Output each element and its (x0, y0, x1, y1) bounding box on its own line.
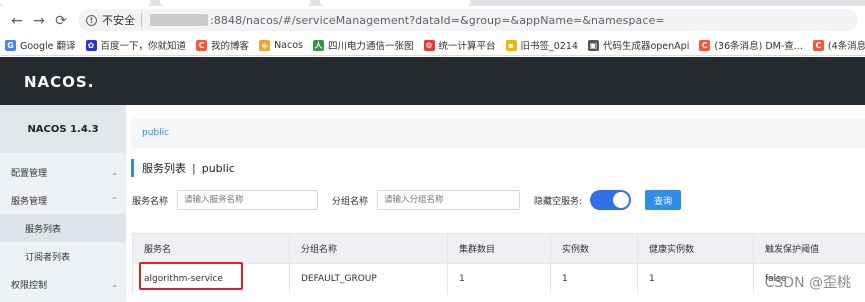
sidebar-item-label: 配置管理 (11, 168, 48, 179)
bookmark-item[interactable]: C(4条消息) 嵩米豆 (812, 38, 865, 52)
bookmarks-bar: G Google 翻译 ✿ 百度一下，你就知道 C 我的博客 ◈ Nacos 人四川电力… (0, 35, 865, 56)
column-header: 健康实例数 (637, 233, 754, 264)
page-title-text: 服务列表 (142, 162, 186, 175)
bookmark-item[interactable]: G Google 翻译 (5, 38, 76, 52)
page-title-namespace: public (201, 161, 235, 175)
bookmark-label: 代码生成器openApi (602, 41, 690, 52)
group-name-input[interactable] (377, 190, 521, 210)
table-header-row: 服务名 分组名称 集群数目 实例数 健康实例数 触发保护阈值 (132, 233, 865, 264)
namespace-tab-public[interactable]: public (142, 128, 169, 138)
page-title: 服务列表 | public (131, 159, 235, 177)
bookmark-item[interactable]: ▣ 代码生成器openApi (587, 38, 690, 52)
bookmark-label: 统一计算平台 (438, 41, 496, 52)
csdn-icon: C (196, 39, 208, 51)
column-header: 触发保护阈值 (753, 233, 865, 264)
code-generator-icon: ▣ (587, 39, 599, 51)
insecure-label[interactable]: 不安全 (102, 12, 135, 28)
namespace-bar: public (131, 118, 865, 148)
sidebar-item-label: 权限控制 (11, 280, 48, 291)
bookmark-label: 旧书签_0214 (520, 41, 578, 52)
omnibox[interactable]: ! 不安全 :8848/nacos/#/serviceManagement?da… (78, 9, 858, 31)
bookmark-label: (4条消息) 嵩米豆 (827, 41, 865, 52)
service-table: 服务名 分组名称 集群数目 实例数 健康实例数 触发保护阈值 algorithm… (132, 233, 865, 294)
sidebar-item-config-management[interactable]: 配置管理 ⌄ (0, 158, 126, 186)
column-header: 分组名称 (289, 233, 448, 264)
bookmark-label: Nacos (274, 39, 303, 51)
bookmark-item[interactable]: ▪ 旧书签_0214 (505, 38, 578, 52)
sidebar: NACOS 1.4.3 配置管理 ⌄ 服务管理 ⌃ 服务列表 订阅者列表 权限控… (0, 105, 126, 302)
sidebar-item-service-management[interactable]: 服务管理 ⌃ (0, 186, 126, 214)
sidebar-item-label: 服务管理 (11, 196, 48, 207)
sidebar-item-label: 服务列表 (25, 224, 62, 235)
grid-icon: 人 (312, 39, 324, 51)
nacos-icon: ◈ (259, 39, 271, 51)
query-button[interactable]: 查询 (645, 190, 682, 210)
hide-empty-toggle[interactable] (590, 190, 632, 210)
column-header: 集群数目 (447, 233, 551, 264)
csdn-icon: C (699, 39, 711, 51)
chevron-up-icon: ⌃ (111, 195, 118, 205)
baidu-icon: ✿ (85, 39, 97, 51)
sidebar-item-label: 订阅者列表 (25, 252, 71, 263)
table-row[interactable]: algorithm-service DEFAULT_GROUP 1 1 1 fa… (132, 263, 865, 294)
bookmark-label: 四川电力通信一张图 (327, 41, 414, 52)
bookmark-item[interactable]: ✿ 百度一下，你就知道 (85, 38, 187, 52)
app-header: NACOS. (0, 57, 865, 105)
bookmark-label: (36条消息) DM-查... (714, 41, 803, 52)
column-header: 服务名 (132, 233, 290, 264)
google-translate-icon: G (5, 39, 16, 51)
instance-count-cell: 1 (550, 263, 638, 294)
sidebar-item-access-control[interactable]: 权限控制 ⌄ (0, 270, 126, 298)
service-name-input[interactable] (177, 190, 319, 210)
main-content: public 服务列表 | public 服务名称 分组名称 隐藏空服务: 查询… (126, 105, 865, 302)
cluster-count-cell: 1 (447, 263, 551, 294)
bookmark-item[interactable]: ◈ Nacos (259, 39, 303, 51)
chevron-down-icon: ⌄ (111, 279, 118, 289)
cloud-icon: ⚙ (423, 39, 435, 51)
bookmark-item[interactable]: C 我的博客 (196, 38, 249, 52)
warning-icon[interactable]: ! (86, 14, 97, 26)
back-icon[interactable]: ← (6, 10, 28, 32)
nacos-logo[interactable]: NACOS. (24, 73, 94, 91)
service-name-cell: algorithm-service (132, 263, 290, 294)
version-label: NACOS 1.4.3 (0, 105, 126, 153)
bookmark-label: 我的博客 (211, 41, 250, 52)
column-header: 实例数 (550, 233, 638, 264)
service-name-label: 服务名称 (132, 196, 169, 207)
group-name-cell: DEFAULT_GROUP (289, 263, 448, 294)
csdn-icon: C (812, 39, 824, 51)
healthy-instance-count-cell: 1 (637, 263, 754, 294)
bookmark-label: Google 翻译 (20, 41, 76, 52)
forward-icon[interactable]: → (28, 10, 50, 32)
filter-bar: 服务名称 分组名称 隐藏空服务: 查询 (132, 190, 682, 210)
sidebar-item-subscriber-list[interactable]: 订阅者列表 (0, 242, 126, 270)
toggle-knob (613, 192, 630, 208)
url-text[interactable]: :8848/nacos/#/serviceManagement?dataId=&… (210, 14, 665, 27)
folder-icon: ▪ (505, 39, 517, 51)
bookmark-label: 百度一下，你就知道 (100, 41, 187, 52)
hide-empty-label: 隐藏空服务: (534, 196, 583, 207)
watermark: CSDN @歪桃 (764, 275, 851, 291)
reload-icon[interactable]: ⟳ (50, 10, 72, 32)
bookmark-item[interactable]: ⚙ 统一计算平台 (423, 38, 496, 52)
group-name-label: 分组名称 (332, 196, 369, 207)
sidebar-item-service-list[interactable]: 服务列表 (0, 214, 126, 242)
bookmark-item[interactable]: 人四川电力通信一张图 (312, 38, 414, 52)
title-separator: | (192, 161, 196, 175)
address-bar: ← → ⟳ ! 不安全 :8848/nacos/#/serviceManagem… (0, 6, 865, 35)
bookmark-item[interactable]: C (36条消息) DM-查... (699, 38, 803, 52)
redacted-host (150, 14, 208, 26)
omnibox-divider (141, 13, 142, 27)
chevron-down-icon: ⌄ (111, 167, 118, 177)
